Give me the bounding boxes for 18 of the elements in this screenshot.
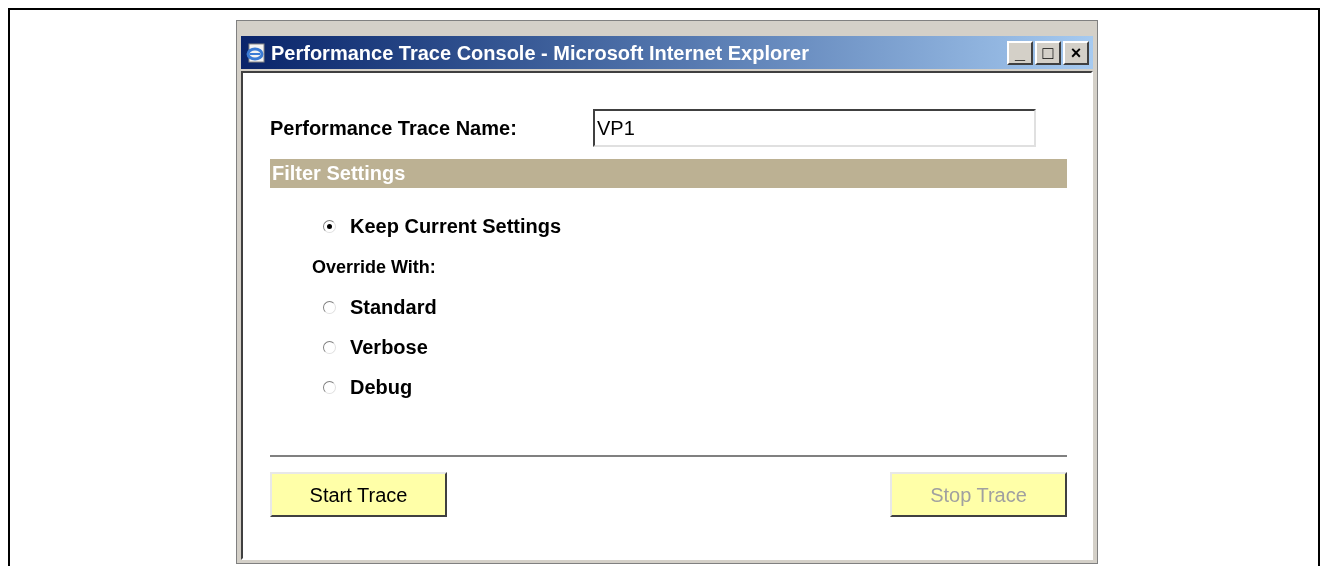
start-button[interactable]: Start Trace: [270, 472, 447, 517]
radio-button[interactable]: [323, 380, 336, 394]
radio-label: Verbose: [350, 335, 428, 360]
radio-label: Debug: [350, 375, 413, 400]
trace-name-field[interactable]: VP1: [593, 109, 1036, 147]
maximize-button[interactable]: □: [1035, 40, 1061, 65]
radio-label: Keep Current Settings: [350, 214, 562, 239]
browser-logo-icon: [245, 41, 267, 64]
window-title: Performance Trace Console - Microsoft Internet Explorer: [271, 40, 809, 66]
radio-button[interactable]: [323, 219, 336, 233]
override-label: Override With:: [312, 255, 436, 279]
close-button[interactable]: ×: [1063, 40, 1089, 65]
section-header: Filter Settings: [270, 159, 1067, 188]
radio-button[interactable]: [323, 300, 336, 314]
field-label: Performance Trace Name:: [270, 116, 518, 141]
radio-label: Standard: [350, 295, 437, 320]
radio-button[interactable]: [323, 340, 336, 354]
minimize-button[interactable]: _: [1007, 40, 1033, 65]
